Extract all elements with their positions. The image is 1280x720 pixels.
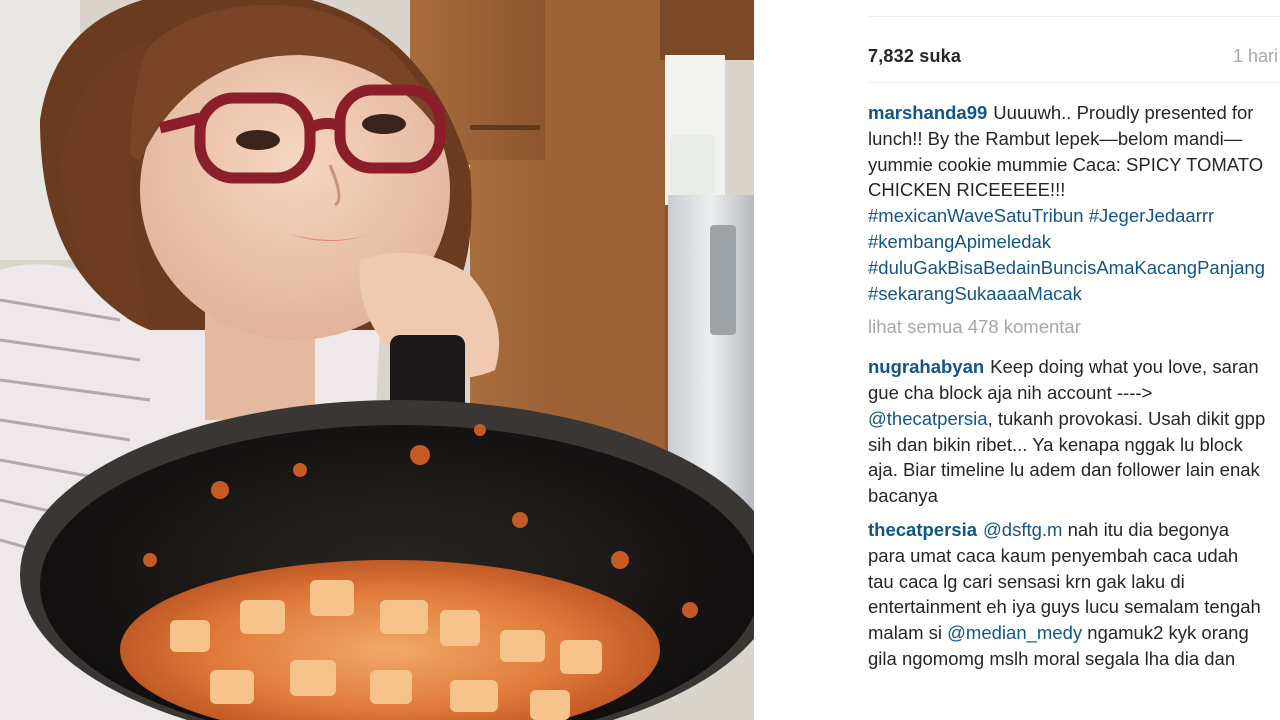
caption-hashtags: #mexicanWaveSatuTribun #JegerJedaarrr #k…	[868, 205, 1265, 303]
comment-item: nugrahabyan Keep doing what you love, sar…	[868, 354, 1268, 509]
comment-username[interactable]: thecatpersia	[868, 519, 977, 540]
comment-mention[interactable]: @dsftg.m	[983, 519, 1062, 540]
comment-mention[interactable]: @median_medy	[947, 622, 1082, 643]
likes-count[interactable]: 7,832 suka	[868, 46, 961, 67]
hashtag-link[interactable]: #duluGakBisaBedainBuncisAmaKacangPanjang	[868, 257, 1265, 278]
caption-username[interactable]: marshanda99	[868, 102, 987, 123]
post-stats: 7,832 suka 1 hari	[868, 46, 1280, 72]
hashtag-link[interactable]: #kembangApimeledak	[868, 231, 1051, 252]
post-timestamp[interactable]: 1 hari	[1233, 46, 1278, 67]
post-photo-illustration	[0, 0, 754, 720]
post-photo[interactable]	[0, 0, 754, 720]
comment-username[interactable]: nugrahabyan	[868, 356, 984, 377]
hashtag-link[interactable]: #mexicanWaveSatuTribun	[868, 205, 1084, 226]
comments-feed: marshanda99 Uuuuwh.. Proudly presented fo…	[868, 100, 1268, 680]
comment-item: thecatpersia @dsftg.m nah itu dia begonya…	[868, 517, 1268, 672]
instagram-post-view: 7,832 suka 1 hari marshanda99 Uuuuwh.. Pr…	[0, 0, 1280, 720]
post-caption: marshanda99 Uuuuwh.. Proudly presented fo…	[868, 100, 1268, 306]
hashtag-link[interactable]: #sekarangSukaaaaMacak	[868, 283, 1082, 304]
hashtag-link[interactable]: #JegerJedaarrr	[1089, 205, 1214, 226]
stats-divider	[868, 82, 1280, 83]
post-side-panel: 7,832 suka 1 hari marshanda99 Uuuuwh.. Pr…	[754, 0, 1280, 720]
comment-mention[interactable]: @thecatpersia	[868, 408, 988, 429]
top-divider	[868, 16, 1280, 17]
view-all-comments-link[interactable]: lihat semua 478 komentar	[868, 314, 1268, 340]
